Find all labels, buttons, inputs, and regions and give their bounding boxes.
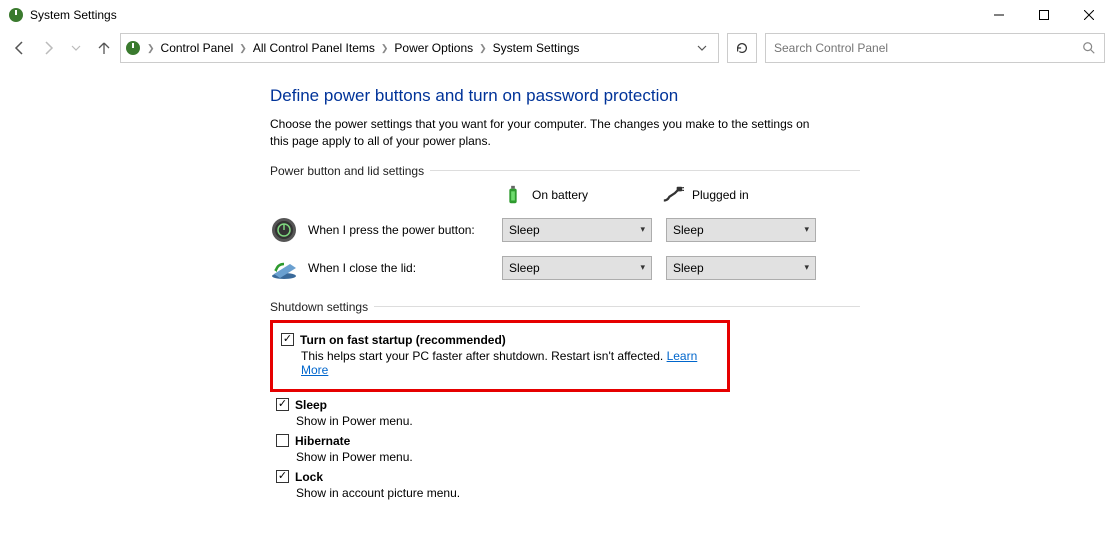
lock-checkbox[interactable] [276, 470, 289, 483]
sleep-setting: Sleep Show in Power menu. [276, 398, 860, 428]
chevron-right-icon: ❯ [237, 43, 249, 54]
power-button-icon [270, 216, 298, 244]
section-power-button-lid: Power button and lid settings [270, 164, 860, 178]
laptop-lid-icon [270, 254, 298, 282]
refresh-button[interactable] [727, 33, 757, 63]
lock-description: Show in account picture menu. [296, 486, 860, 500]
search-icon [1082, 41, 1096, 55]
close-lid-row: When I close the lid: Sleep▾ Sleep▾ [270, 254, 860, 282]
window-title: System Settings [30, 8, 117, 22]
lock-setting: Lock Show in account picture menu. [276, 470, 860, 500]
forward-button[interactable] [36, 36, 60, 60]
section-shutdown-settings: Shutdown settings [270, 300, 860, 314]
column-headers: On battery Plugged in [270, 184, 860, 206]
address-dropdown-button[interactable] [690, 34, 714, 62]
fast-startup-checkbox[interactable] [281, 333, 294, 346]
fast-startup-setting: Turn on fast startup (recommended) This … [281, 333, 721, 377]
address-bar[interactable]: ❯ Control Panel ❯ All Control Panel Item… [120, 33, 719, 63]
chevron-right-icon: ❯ [379, 43, 391, 54]
close-lid-plugged-dropdown[interactable]: Sleep▾ [666, 256, 816, 280]
power-button-plugged-dropdown[interactable]: Sleep▾ [666, 218, 816, 242]
close-lid-label: When I close the lid: [308, 261, 502, 275]
page-heading: Define power buttons and turn on passwor… [270, 86, 860, 106]
lock-label: Lock [295, 470, 323, 484]
close-lid-battery-dropdown[interactable]: Sleep▾ [502, 256, 652, 280]
titlebar: System Settings [0, 0, 1113, 30]
plugged-in-column: Plugged in [662, 184, 822, 206]
search-box[interactable] [765, 33, 1105, 63]
window-controls [976, 1, 1111, 29]
hibernate-checkbox[interactable] [276, 434, 289, 447]
back-button[interactable] [8, 36, 32, 60]
hibernate-label: Hibernate [295, 434, 350, 448]
chevron-down-icon: ▾ [804, 262, 809, 273]
breadcrumb-item[interactable]: Control Panel [161, 41, 234, 55]
on-battery-column: On battery [502, 184, 662, 206]
recent-dropdown-button[interactable] [64, 36, 88, 60]
page-description: Choose the power settings that you want … [270, 116, 830, 150]
chevron-down-icon: ▾ [640, 262, 645, 273]
power-button-row: When I press the power button: Sleep▾ Sl… [270, 216, 860, 244]
content-area: Define power buttons and turn on passwor… [0, 66, 860, 500]
fast-startup-label: Turn on fast startup (recommended) [300, 333, 506, 347]
maximize-button[interactable] [1021, 1, 1066, 29]
hibernate-setting: Hibernate Show in Power menu. [276, 434, 860, 464]
sleep-description: Show in Power menu. [296, 414, 860, 428]
chevron-down-icon: ▾ [640, 224, 645, 235]
refresh-icon [735, 41, 749, 55]
sleep-checkbox[interactable] [276, 398, 289, 411]
hibernate-description: Show in Power menu. [296, 450, 860, 464]
search-input[interactable] [774, 41, 1082, 55]
power-button-battery-dropdown[interactable]: Sleep▾ [502, 218, 652, 242]
minimize-button[interactable] [976, 1, 1021, 29]
close-button[interactable] [1066, 1, 1111, 29]
plug-icon [662, 184, 684, 206]
up-button[interactable] [92, 36, 116, 60]
navigation-bar: ❯ Control Panel ❯ All Control Panel Item… [0, 30, 1113, 66]
chevron-right-icon: ❯ [145, 43, 157, 54]
battery-icon [502, 184, 524, 206]
sleep-label: Sleep [295, 398, 327, 412]
breadcrumb-item[interactable]: System Settings [493, 41, 580, 55]
power-options-icon [8, 7, 24, 23]
chevron-right-icon: ❯ [477, 43, 489, 54]
control-panel-icon [125, 40, 141, 56]
breadcrumb-item[interactable]: All Control Panel Items [253, 41, 375, 55]
breadcrumb-item[interactable]: Power Options [394, 41, 473, 55]
power-button-label: When I press the power button: [308, 223, 502, 237]
fast-startup-description: This helps start your PC faster after sh… [301, 349, 721, 377]
chevron-down-icon: ▾ [804, 224, 809, 235]
fast-startup-highlight: Turn on fast startup (recommended) This … [270, 320, 730, 392]
